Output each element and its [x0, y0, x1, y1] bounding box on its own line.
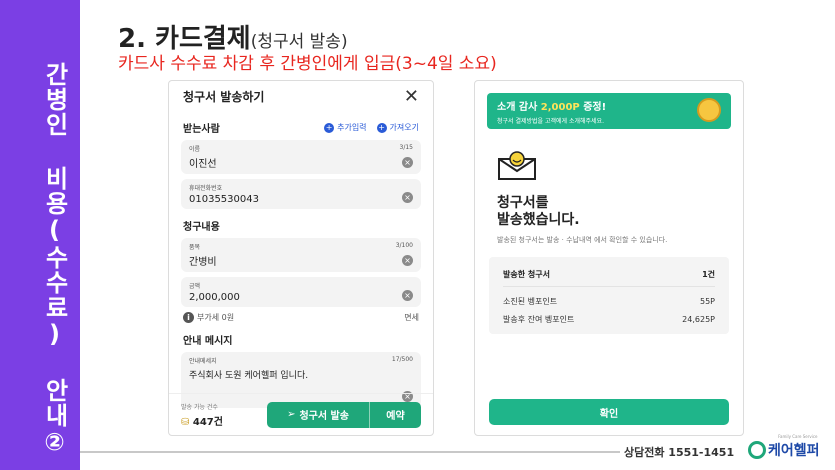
coin-icon: ⛁ [181, 416, 190, 428]
send-summary: 발송한 청구서 1건 소진된 벵포인트 55P 발송후 잔여 벵포인트 24,6… [489, 257, 729, 334]
promo-banner[interactable]: 소개 감사 2,000P 증정! 청구서 결제방법을 고객에게 소개해주세요. [487, 93, 731, 129]
recipient-label: 받는사람 [183, 123, 220, 135]
summary-head-value: 1건 [702, 270, 715, 279]
coin-icon [697, 98, 721, 122]
message-section-label: 안내 메시지 [183, 335, 233, 347]
banner-title-a: 소개 감사 [497, 102, 541, 113]
amount-label: 금액 [189, 283, 201, 290]
done-description: 발송된 청구서는 발송 · 수납내역 에서 확인할 수 있습니다. [497, 236, 668, 244]
item-field[interactable]: 품목 3/100 간병비 × [181, 238, 421, 272]
send-count: 발송 가능 건수 ⛁ 447건 [181, 402, 267, 428]
form-header: 청구서 발송하기 ✕ [169, 81, 433, 111]
count-label: 발송 가능 건수 [181, 403, 218, 411]
logo-mark-icon [748, 441, 766, 459]
direct-input-link[interactable]: + 추가입력 [324, 122, 367, 133]
name-count: 3/15 [399, 144, 413, 151]
side-title: 간병인 비용(수수료) 안내② [40, 62, 69, 457]
billing-section: 청구내용 [169, 217, 433, 233]
vat-text: 부가세 0원 [197, 313, 235, 322]
contact-phone: 상담전화 1551-1451 [624, 446, 735, 459]
info-icon: i [183, 312, 194, 323]
phone-field[interactable]: 휴대전화번호 01035530043 × [181, 179, 421, 209]
used-points-label: 소진된 벵포인트 [503, 296, 558, 306]
send-invoice-button[interactable]: ➢ 청구서 발송 [267, 401, 369, 428]
name-field[interactable]: 이름 3/15 이진선 × [181, 140, 421, 174]
banner-title: 소개 감사 2,000P 증정! [497, 98, 721, 113]
banner-title-c: 증정! [579, 102, 607, 113]
confirm-button[interactable]: 확인 [489, 399, 729, 425]
page-subtitle: 카드사 수수료 차감 후 간병인에게 입금(3~4일 소요) [118, 54, 497, 74]
invoice-sent-screen: 소개 감사 2,000P 증정! 청구서 결제방법을 고객에게 소개해주세요. … [474, 80, 744, 436]
import-link[interactable]: + 가져오기 [376, 122, 419, 133]
clear-icon[interactable]: × [402, 157, 413, 168]
name-label: 이름 [189, 146, 201, 153]
count-value: 447건 [192, 416, 223, 428]
clear-icon[interactable]: × [402, 290, 413, 301]
used-points-value: 55P [699, 296, 715, 306]
close-icon[interactable]: ✕ [404, 86, 419, 107]
name-value: 이진선 [189, 159, 217, 170]
summary-row: 발송한 청구서 1건 [503, 263, 715, 287]
item-value: 간병비 [189, 257, 217, 268]
item-label: 품목 [189, 244, 201, 251]
remaining-points-label: 발송후 잔여 벵포인트 [503, 314, 575, 324]
phone-label: 휴대전화번호 [189, 185, 223, 192]
side-band: 간병인 비용(수수료) 안내② [0, 0, 80, 470]
vat-row: i 부가세 0원 면세 [169, 312, 433, 323]
phone-value: 01035530043 [189, 194, 259, 205]
clear-icon[interactable]: × [402, 192, 413, 203]
summary-row: 발송후 잔여 벵포인트 24,625P [503, 310, 715, 328]
message-value: 주식회사 도원 케어헬퍼 입니다. [189, 371, 309, 381]
item-count: 3/100 [395, 242, 413, 249]
brand-tagline: Family Care Service [778, 434, 818, 439]
envelope-icon [497, 151, 537, 181]
brand-name: 케어헬퍼 [768, 443, 820, 459]
message-section: 안내 메시지 [169, 331, 433, 347]
remaining-points-value: 24,625P [682, 314, 715, 324]
recipient-section: 받는사람 + 추가입력 + 가져오기 [169, 119, 433, 135]
banner-points: 2,000P [540, 102, 580, 113]
summary-row: 소진된 벵포인트 55P [503, 292, 715, 310]
send-icon: ➢ [287, 409, 296, 420]
done-title: 청구서를 발송했습니다. [497, 195, 743, 229]
amount-value: 2,000,000 [189, 292, 240, 303]
import-label: 가져오기 [389, 122, 419, 132]
footer-divider [80, 451, 620, 453]
message-label: 안내메세지 [189, 358, 217, 365]
summary-head-label: 발송한 청구서 [503, 270, 550, 279]
billing-label: 청구내용 [183, 221, 220, 233]
done-title-line2: 발송했습니다. [497, 212, 580, 228]
invoice-form-screen: 청구서 발송하기 ✕ 받는사람 + 추가입력 + 가져오기 이름 3/15 이진선 ×… [168, 80, 434, 436]
amount-field[interactable]: 금액 2,000,000 × [181, 277, 421, 307]
done-title-line1: 청구서를 [497, 195, 549, 211]
reserve-button[interactable]: 예약 [369, 401, 421, 428]
form-title: 청구서 발송하기 [183, 89, 265, 104]
plus-icon: + [324, 122, 335, 133]
plus-icon: + [376, 122, 387, 133]
form-footer: 발송 가능 건수 ⛁ 447건 ➢ 청구서 발송 예약 [169, 393, 433, 435]
clear-icon[interactable]: × [402, 255, 413, 266]
send-label: 청구서 발송 [299, 411, 349, 422]
slide: 간병인 비용(수수료) 안내② 2. 카드결제(청구서 발송) 카드사 수수료 … [0, 0, 835, 470]
direct-input-label: 추가입력 [337, 122, 367, 132]
tax-exempt: 면세 [404, 313, 419, 322]
brand-logo: 케어헬퍼 Family Care Service [748, 434, 820, 460]
message-count: 17/500 [391, 356, 413, 363]
banner-sub: 청구서 결제방법을 고객에게 소개해주세요. [497, 118, 604, 125]
